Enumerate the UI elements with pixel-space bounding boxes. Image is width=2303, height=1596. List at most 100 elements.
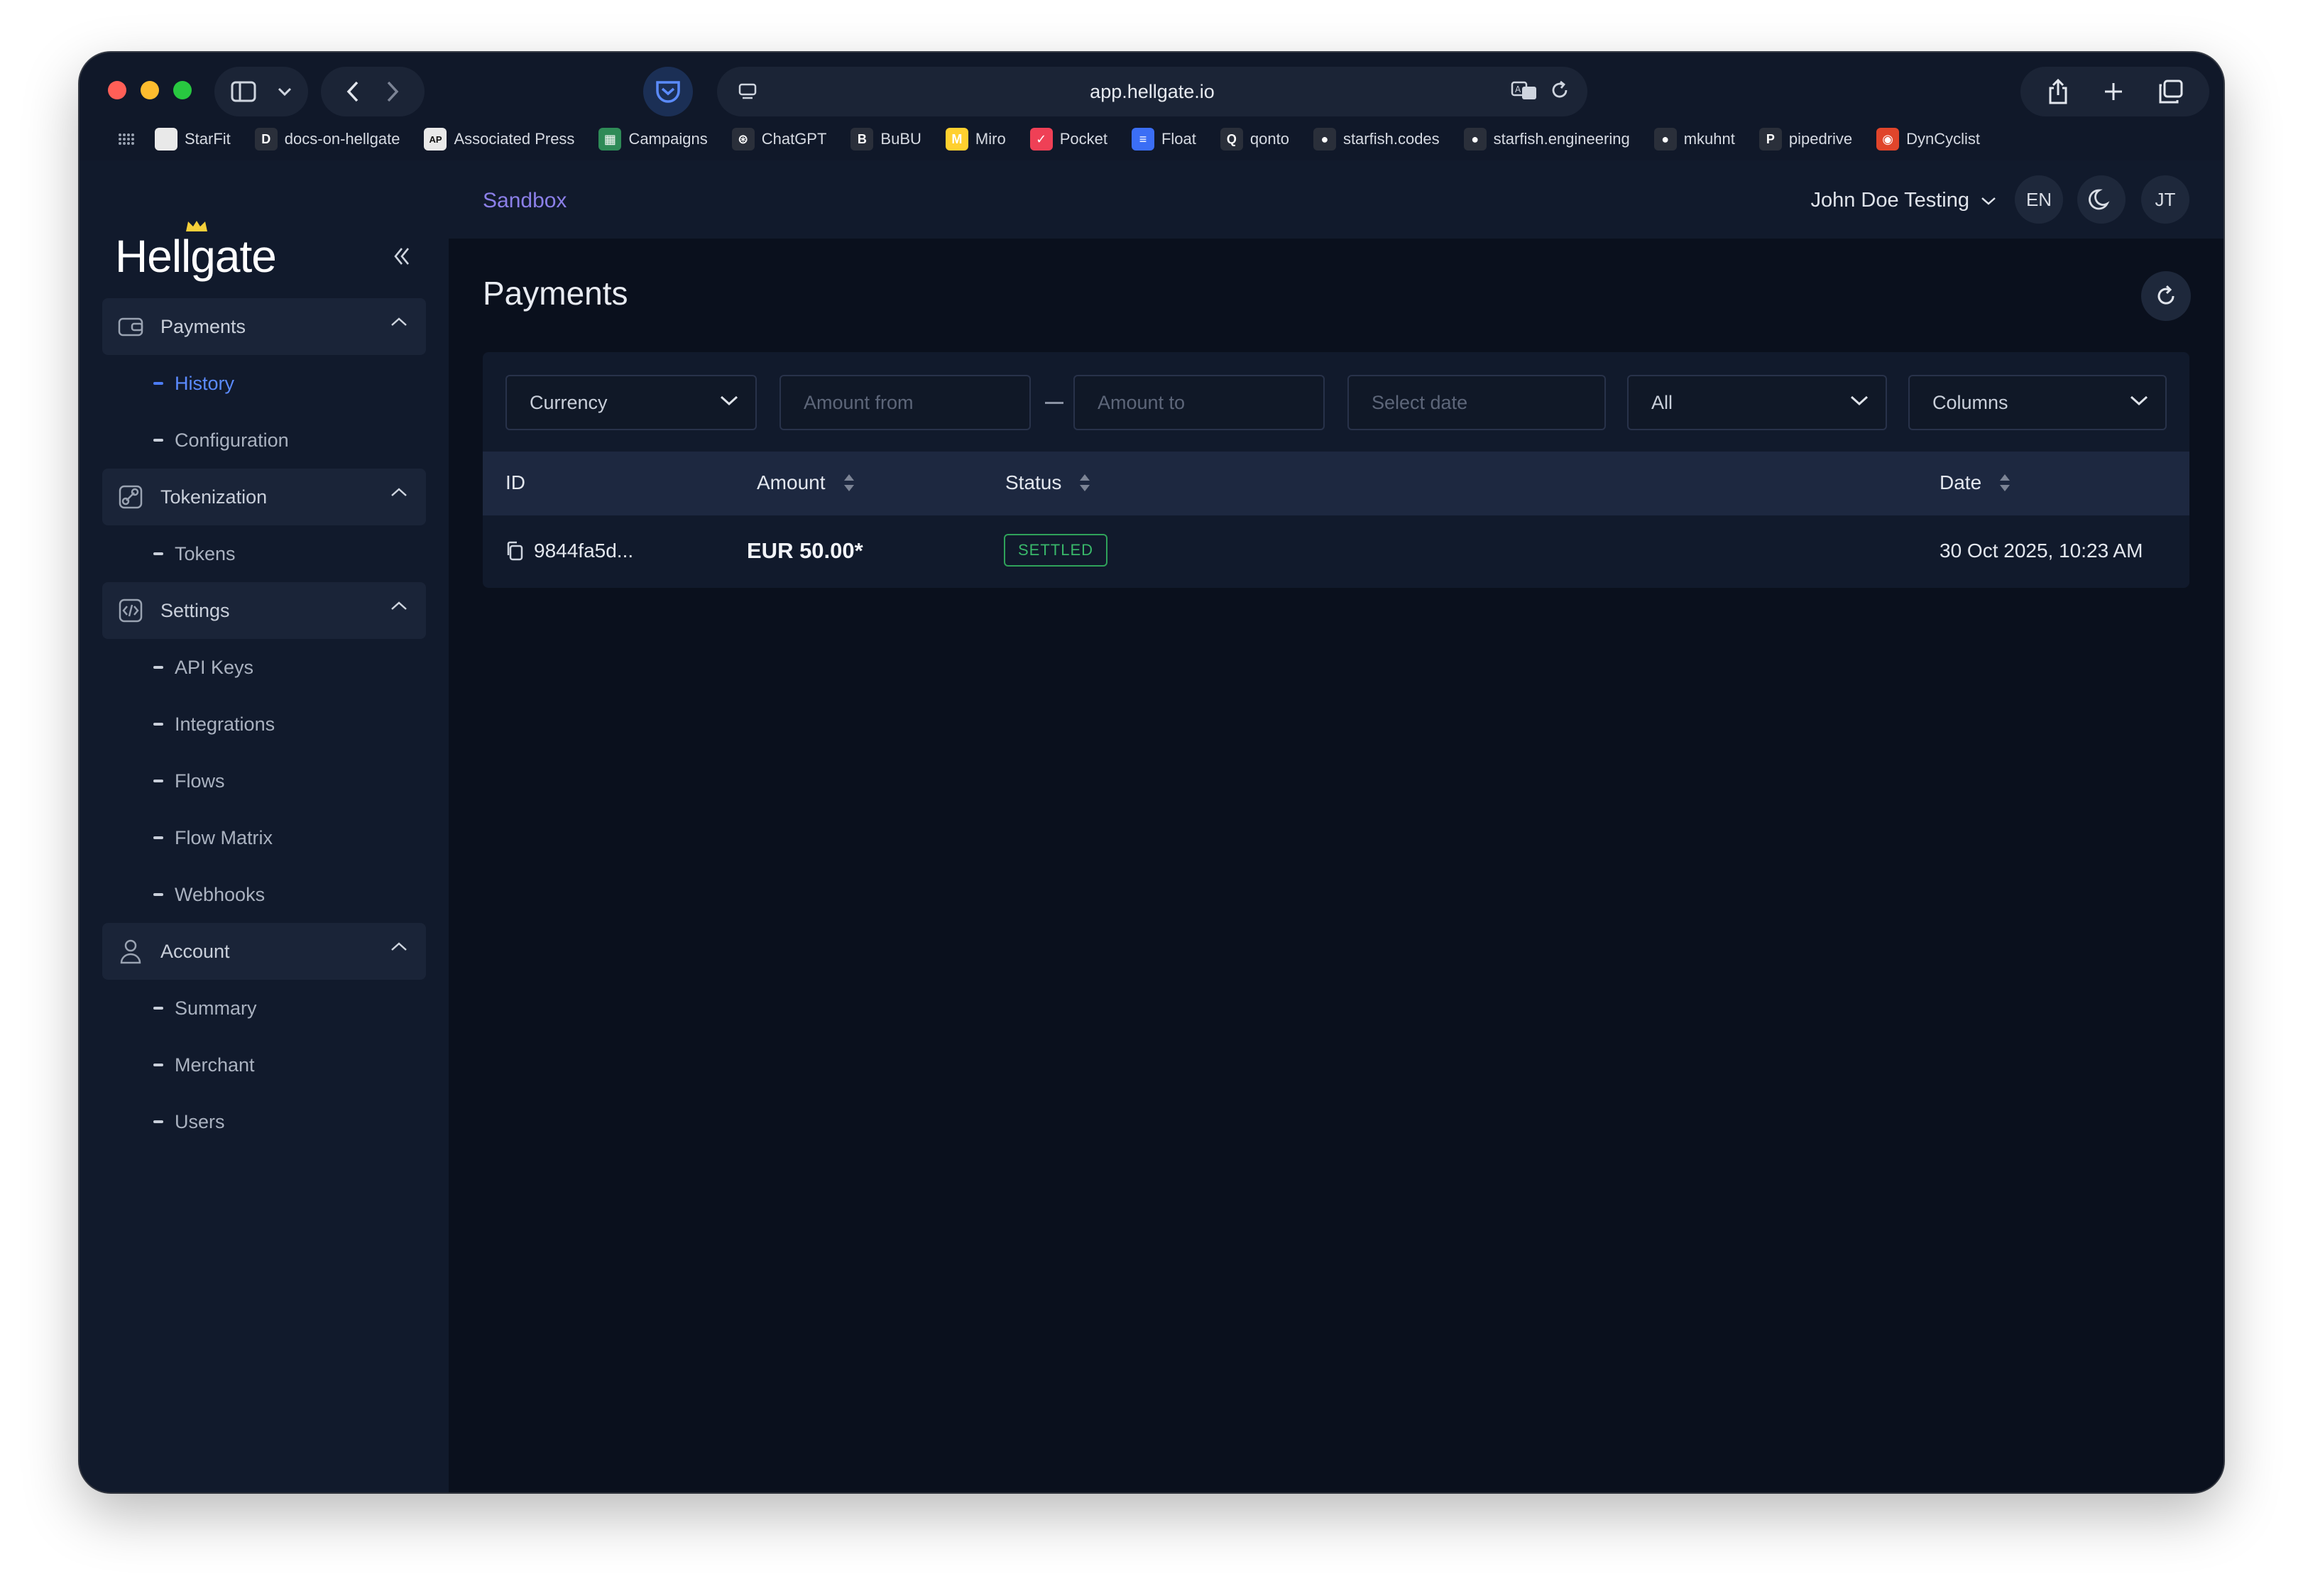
sidebar-toggle-icon[interactable]: [231, 81, 256, 102]
bookmark-list: StarFit Ddocs-on-hellgate AP Associated Pre…: [155, 128, 2004, 151]
bookmark-chatgpt[interactable]: ⊛ ChatGPT: [731, 128, 827, 151]
hellgate-logo[interactable]: Hellgate: [115, 221, 420, 283]
chevron-up-icon[interactable]: [390, 317, 407, 330]
bookmark-starfish-codes[interactable]: ● starfish.codes: [1313, 128, 1440, 151]
github-icon: ●: [1653, 128, 1677, 151]
translate-icon[interactable]: A: [1511, 80, 1539, 102]
sidebar-item-flows[interactable]: Flows: [102, 753, 426, 809]
column-amount-label: Amount: [757, 471, 826, 493]
chevron-down-icon[interactable]: [278, 87, 292, 97]
sidebar-item-merchant[interactable]: Merchant: [102, 1037, 426, 1093]
sidebar-item-users[interactable]: Users: [102, 1093, 426, 1150]
column-header-status[interactable]: Status: [1005, 471, 1091, 494]
bookmark-pipedrive[interactable]: Ppipedrive: [1758, 128, 1852, 151]
bookmark-label: Associated Press: [454, 130, 575, 148]
bookmark-label: ChatGPT: [761, 130, 827, 148]
sidebar-item-tokens[interactable]: Tokens: [102, 525, 426, 582]
sidebar-item-summary[interactable]: Summary: [102, 980, 426, 1037]
sidebar-item-integrations[interactable]: Integrations: [102, 696, 426, 753]
bookmark-label: docs-on-hellgate: [284, 130, 400, 148]
bookmark-pocket[interactable]: ✓ Pocket: [1029, 128, 1107, 151]
sidebar-item-configuration[interactable]: Configuration: [102, 412, 426, 469]
environment-label[interactable]: Sandbox: [483, 189, 567, 213]
sidebar-item-label: Summary: [175, 997, 257, 1019]
user-icon: [116, 937, 145, 966]
sidebar-group-tokenization[interactable]: Tokenization: [102, 469, 426, 525]
status-select[interactable]: All: [1627, 375, 1887, 430]
sidebar-group-settings[interactable]: Settings: [102, 582, 426, 639]
reload-icon[interactable]: [1549, 80, 1570, 101]
refresh-button[interactable]: [2141, 271, 2191, 321]
close-window-button[interactable]: [108, 81, 126, 99]
minimize-window-button[interactable]: [141, 81, 159, 99]
table-row[interactable]: 9844fa5d... EUR 50.00* SETTLED 30 Oct 20…: [483, 515, 2189, 588]
bookmark-mkuhnt[interactable]: ● mkuhnt: [1653, 128, 1735, 151]
bookmark-starfit[interactable]: StarFit: [155, 128, 231, 151]
bookmark-dyncyclist[interactable]: ◉ DynCyclist: [1876, 128, 1980, 151]
sort-icon[interactable]: [843, 473, 855, 493]
bookmark-campaigns[interactable]: ▦ Campaigns: [598, 128, 708, 151]
sidebar-group-payments[interactable]: Payments: [102, 298, 426, 355]
github-icon: ●: [1463, 128, 1487, 151]
wallet-icon: [116, 312, 145, 341]
pocket-extension-button[interactable]: [643, 67, 693, 116]
bookmark-bubu[interactable]: B BuBU: [850, 128, 921, 151]
user-name: John Doe Testing: [1810, 189, 1969, 212]
copy-icon[interactable]: [505, 540, 524, 562]
chevron-up-icon[interactable]: [390, 601, 407, 614]
bookmark-float[interactable]: ≡ Float: [1131, 128, 1196, 151]
chevron-up-icon[interactable]: [390, 487, 407, 501]
collapse-sidebar-icon[interactable]: [392, 246, 413, 270]
bookmark-starfish-engineering[interactable]: ● starfish.engineering: [1463, 128, 1630, 151]
back-icon[interactable]: [346, 81, 359, 102]
bookmark-miro[interactable]: M Miro: [945, 128, 1006, 151]
date-picker[interactable]: Select date: [1347, 375, 1606, 430]
avatar[interactable]: JT: [2141, 175, 2189, 224]
new-tab-icon[interactable]: [2103, 81, 2124, 102]
theme-toggle-button[interactable]: [2077, 175, 2126, 224]
sidebar-item-webhooks[interactable]: Webhooks: [102, 866, 426, 923]
ap-icon: AP: [424, 128, 447, 151]
sort-icon[interactable]: [1998, 473, 2011, 493]
sort-icon[interactable]: [1078, 473, 1091, 493]
sidebar-group-account[interactable]: Account: [102, 923, 426, 980]
payment-id[interactable]: 9844fa5d...: [534, 540, 633, 562]
refresh-icon: [2157, 285, 2175, 305]
link-icon: [116, 483, 145, 511]
sidebar-group-label: Tokenization: [160, 486, 268, 508]
chevron-down-icon: [2130, 395, 2148, 406]
language-label: EN: [2025, 188, 2052, 210]
column-id-label: ID: [505, 471, 525, 493]
sidebar-item-api-keys[interactable]: API Keys: [102, 639, 426, 696]
sidebar-group-label: Account: [160, 940, 230, 962]
sidebar-item-flow-matrix[interactable]: Flow Matrix: [102, 809, 426, 866]
columns-select-label: Columns: [1932, 391, 2008, 413]
page-settings-icon[interactable]: [737, 81, 758, 106]
amount-from-input[interactable]: Amount from: [779, 375, 1031, 430]
chevron-up-icon[interactable]: [390, 941, 407, 955]
document-icon: D: [254, 128, 278, 151]
zoom-window-button[interactable]: [173, 81, 192, 99]
share-icon[interactable]: [2047, 78, 2069, 105]
campaigns-icon: ▦: [598, 128, 622, 151]
columns-select[interactable]: Columns: [1908, 375, 2167, 430]
currency-select[interactable]: Currency: [505, 375, 757, 430]
forward-icon[interactable]: [386, 81, 399, 102]
bookmark-label: Float: [1161, 130, 1196, 148]
bookmark-qonto[interactable]: Qqonto: [1220, 128, 1289, 151]
sidebar-item-label: History: [175, 372, 235, 394]
amount-to-input[interactable]: Amount to: [1073, 375, 1325, 430]
bullet-dash: [153, 780, 163, 782]
status-badge: SETTLED: [1004, 534, 1108, 567]
user-menu[interactable]: John Doe Testing: [1810, 189, 1996, 212]
tab-overview-icon[interactable]: [2157, 80, 2183, 104]
language-button[interactable]: EN: [2015, 175, 2063, 224]
apps-grid-icon[interactable]: [98, 133, 155, 146]
address-bar[interactable]: app.hellgate.io A: [717, 67, 1587, 116]
sidebar-item-history[interactable]: History: [102, 355, 426, 412]
column-date-label: Date: [1940, 471, 1982, 493]
bookmark-docs-on-hellgate[interactable]: Ddocs-on-hellgate: [254, 128, 400, 151]
column-header-amount[interactable]: Amount: [757, 471, 855, 494]
column-header-date[interactable]: Date: [1940, 471, 2011, 494]
bookmark-associated-press[interactable]: AP Associated Press: [424, 128, 574, 151]
